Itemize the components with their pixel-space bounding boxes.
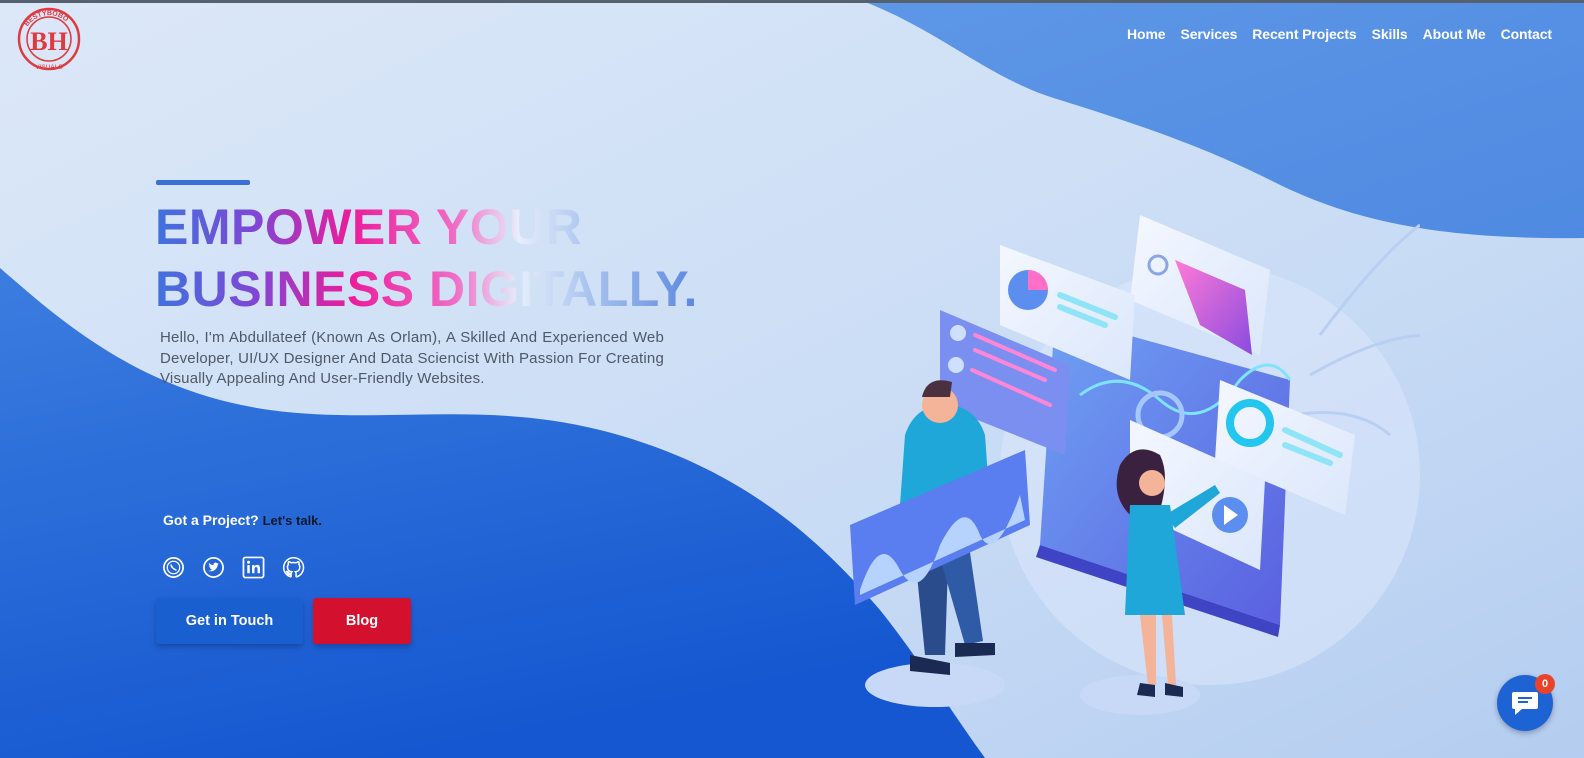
nav-about-me[interactable]: About Me bbox=[1423, 26, 1486, 42]
cta-text: Got a Project? Let's talk. bbox=[163, 512, 322, 528]
blog-button[interactable]: Blog bbox=[313, 598, 411, 644]
cta-talk-link[interactable]: Let's talk. bbox=[263, 513, 322, 528]
chat-widget-button[interactable]: 0 bbox=[1497, 674, 1555, 731]
get-in-touch-button[interactable]: Get in Touch bbox=[156, 598, 303, 644]
social-links bbox=[162, 556, 305, 579]
nav-recent-projects[interactable]: Recent Projects bbox=[1252, 26, 1356, 42]
nav-skills[interactable]: Skills bbox=[1372, 26, 1408, 42]
github-icon[interactable] bbox=[282, 556, 305, 579]
chat-unread-badge: 0 bbox=[1535, 674, 1555, 694]
cta-question: Got a Project? bbox=[163, 512, 259, 528]
chat-icon bbox=[1512, 692, 1538, 715]
brand-logo[interactable]: BESTYBOBO BH VISUALS bbox=[12, 4, 86, 72]
hero-headline: EMPOWER YOUR BUSINESS DIGITALLY. bbox=[155, 196, 698, 320]
whatsapp-icon[interactable] bbox=[162, 556, 185, 579]
hero-intro: Hello, I'm Abdullateef (Known As Orlam),… bbox=[160, 329, 664, 387]
logo-bottom-text: VISUALS bbox=[35, 64, 63, 71]
logo-letters: BH bbox=[30, 27, 68, 56]
headline-line-2: BUSINESS DIGITALLY. bbox=[155, 261, 698, 317]
linkedin-icon[interactable] bbox=[242, 556, 265, 579]
twitter-icon[interactable] bbox=[202, 556, 225, 579]
hero-illustration bbox=[850, 215, 1420, 715]
top-border bbox=[0, 0, 1584, 3]
nav-services[interactable]: Services bbox=[1180, 26, 1237, 42]
main-nav: Home Services Recent Projects Skills Abo… bbox=[1127, 26, 1552, 42]
nav-contact[interactable]: Contact bbox=[1501, 26, 1553, 42]
headline-line-1: EMPOWER YOUR bbox=[155, 199, 583, 255]
headline-accent-bar bbox=[156, 180, 250, 185]
nav-home[interactable]: Home bbox=[1127, 26, 1166, 42]
